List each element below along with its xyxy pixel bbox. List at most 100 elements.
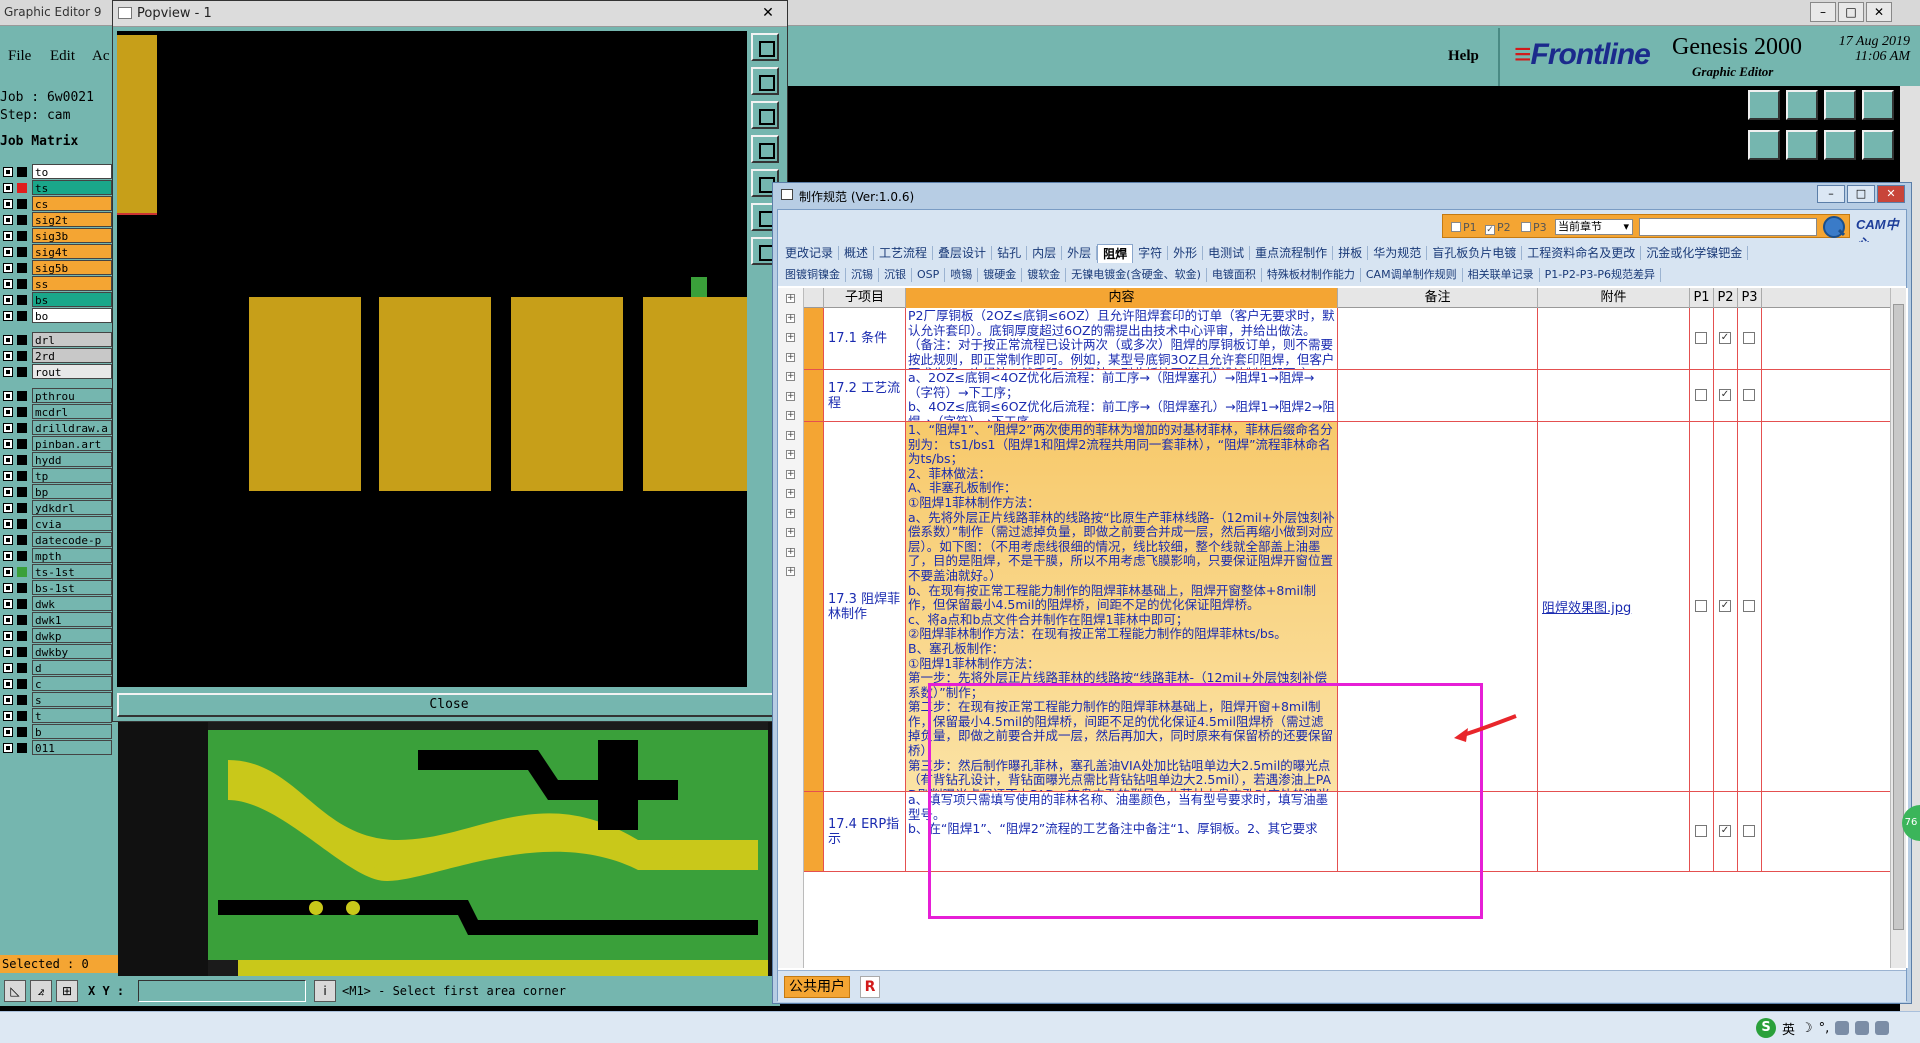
- ime-logo-icon[interactable]: S: [1756, 1018, 1776, 1038]
- layer-checkbox[interactable]: [3, 567, 13, 577]
- section-tab[interactable]: 电测试: [1203, 246, 1251, 260]
- row-p2-checkbox[interactable]: ✓: [1719, 600, 1731, 612]
- layer-checkbox[interactable]: [3, 535, 13, 545]
- close-button[interactable]: ✕: [1866, 2, 1892, 22]
- layer-checkbox[interactable]: [3, 351, 13, 361]
- menu-edit[interactable]: Edit: [50, 48, 75, 65]
- layer-checkbox[interactable]: [3, 743, 13, 753]
- layer-checkbox[interactable]: [3, 407, 13, 417]
- section-tab[interactable]: 华为规范: [1368, 246, 1428, 260]
- layer-name[interactable]: rout: [32, 364, 112, 379]
- section-tab[interactable]: 沉锡: [846, 268, 879, 282]
- layer-name[interactable]: cs: [32, 196, 112, 211]
- layer-row[interactable]: drl: [0, 332, 118, 348]
- filter-p2[interactable]: ✓ P2: [1485, 221, 1511, 235]
- section-tab[interactable]: 钻孔: [992, 246, 1028, 260]
- filter-p1[interactable]: P1: [1451, 221, 1477, 234]
- row-p2-checkbox[interactable]: ✓: [1719, 389, 1731, 401]
- layer-name[interactable]: bo: [32, 308, 112, 323]
- layer-checkbox[interactable]: [3, 663, 13, 673]
- tree-expand-icon[interactable]: +: [786, 352, 795, 362]
- layer-checkbox[interactable]: [3, 199, 13, 209]
- section-tab[interactable]: 电镀面积: [1207, 268, 1262, 282]
- layer-checkbox[interactable]: [3, 727, 13, 737]
- tool-split-icon[interactable]: [1824, 130, 1856, 160]
- grid-icon[interactable]: ⊞: [56, 980, 78, 1002]
- job-matrix-button[interactable]: Job Matrix: [0, 134, 78, 149]
- table-row[interactable]: 17.1 条件 P2厂厚铜板（2OZ≤底铜≤6OZ）且允许阻焊套印的订单（客户无要…: [804, 308, 1904, 370]
- layer-checkbox[interactable]: [3, 599, 13, 609]
- tree-expand-icon[interactable]: +: [786, 430, 795, 440]
- moon-icon[interactable]: ☽: [1801, 1021, 1813, 1036]
- measure-icon[interactable]: ⦨: [30, 980, 52, 1002]
- layer-row[interactable]: ts: [0, 180, 118, 196]
- layer-name[interactable]: t: [32, 708, 112, 723]
- popview-close-button[interactable]: Close: [117, 693, 781, 717]
- layer-name[interactable]: dwkp: [32, 628, 112, 643]
- layer-checkbox[interactable]: [3, 183, 13, 193]
- row-p3-checkbox[interactable]: [1743, 332, 1755, 344]
- layer-name[interactable]: mcdrl: [32, 404, 112, 419]
- layer-checkbox[interactable]: [3, 487, 13, 497]
- layer-name[interactable]: dwkby: [32, 644, 112, 659]
- tree-expand-icon[interactable]: +: [786, 528, 795, 537]
- layer-checkbox[interactable]: [3, 631, 13, 641]
- layer-name[interactable]: b: [32, 724, 112, 739]
- section-tab[interactable]: 盲孔板负片电镀: [1427, 246, 1523, 260]
- tree-expand-icon[interactable]: +: [786, 333, 795, 342]
- row-p2-checkbox[interactable]: ✓: [1719, 332, 1731, 344]
- layer-row[interactable]: hydd: [0, 452, 118, 468]
- layer-name[interactable]: c: [32, 676, 112, 691]
- layer-row[interactable]: mpth: [0, 548, 118, 564]
- tree-expand-icon[interactable]: +: [786, 372, 795, 381]
- row-p2-checkbox[interactable]: ✓: [1719, 825, 1731, 837]
- section-tab[interactable]: 更改记录: [780, 246, 840, 260]
- section-tab[interactable]: 字符: [1133, 246, 1169, 260]
- layer-checkbox[interactable]: [3, 391, 13, 401]
- layer-name[interactable]: ts-1st: [32, 564, 112, 579]
- public-user-badge[interactable]: 公共用户: [784, 976, 850, 998]
- section-tab[interactable]: 镀软金: [1022, 268, 1067, 282]
- popview-zoom-fit-icon[interactable]: [751, 33, 779, 61]
- section-tab[interactable]: 镀硬金: [978, 268, 1023, 282]
- section-tab[interactable]: 叠层设计: [933, 246, 993, 260]
- layer-name[interactable]: to: [32, 164, 112, 179]
- section-tab[interactable]: 工艺流程: [874, 246, 934, 260]
- layer-row[interactable]: cs: [0, 196, 118, 212]
- layer-name[interactable]: cvia: [32, 516, 112, 531]
- row-p3-checkbox[interactable]: [1743, 389, 1755, 401]
- info-icon[interactable]: ⅰ: [314, 980, 336, 1002]
- graphic-editor-canvas[interactable]: [118, 720, 778, 976]
- layer-row[interactable]: sig3b: [0, 228, 118, 244]
- layer-row[interactable]: ydkdrl: [0, 500, 118, 516]
- section-tab[interactable]: 沉银: [879, 268, 912, 282]
- user-icon[interactable]: [1855, 1021, 1870, 1035]
- section-tab[interactable]: 特殊板材制作能力: [1262, 268, 1361, 282]
- layer-name[interactable]: sig3b: [32, 228, 112, 243]
- layer-name[interactable]: bs: [32, 292, 112, 307]
- tool-window-icon[interactable]: [1862, 90, 1894, 120]
- snap-icon[interactable]: ◺: [4, 980, 26, 1002]
- layer-row[interactable]: drilldraw.a: [0, 420, 118, 436]
- table-row[interactable]: 17.4 ERP指示 a、填写项只需填写使用的菲林名称、油墨颜色，当有型号要求时，…: [804, 792, 1904, 872]
- layer-name[interactable]: sig5b: [32, 260, 112, 275]
- search-input[interactable]: [1639, 218, 1817, 236]
- layer-checkbox[interactable]: [3, 615, 13, 625]
- popview-canvas[interactable]: [117, 31, 747, 687]
- layer-name[interactable]: pthrou: [32, 388, 112, 403]
- tree-expand-icon[interactable]: +: [786, 294, 795, 303]
- layer-name[interactable]: hydd: [32, 452, 112, 467]
- layer-row[interactable]: 011: [0, 740, 118, 756]
- layer-row[interactable]: bo: [0, 308, 118, 324]
- layer-checkbox[interactable]: [3, 711, 13, 721]
- section-tab[interactable]: P1-P2-P3-P6规范差异: [1540, 268, 1662, 282]
- layer-row[interactable]: tp: [0, 468, 118, 484]
- tree-expand-icon[interactable]: +: [786, 508, 795, 518]
- tree-expand-icon[interactable]: +: [786, 547, 795, 557]
- keyboard-icon[interactable]: [1835, 1021, 1850, 1035]
- punctuation-icon[interactable]: °,: [1819, 1021, 1830, 1036]
- layer-row[interactable]: bs-1st: [0, 580, 118, 596]
- layer-checkbox[interactable]: [3, 263, 13, 273]
- table-row[interactable]: 17.3 阻焊菲林制作 1、“阻焊1”、“阻焊2”两次使用的菲林为增加的对基材菲林…: [804, 422, 1904, 792]
- layer-row[interactable]: sig5b: [0, 260, 118, 276]
